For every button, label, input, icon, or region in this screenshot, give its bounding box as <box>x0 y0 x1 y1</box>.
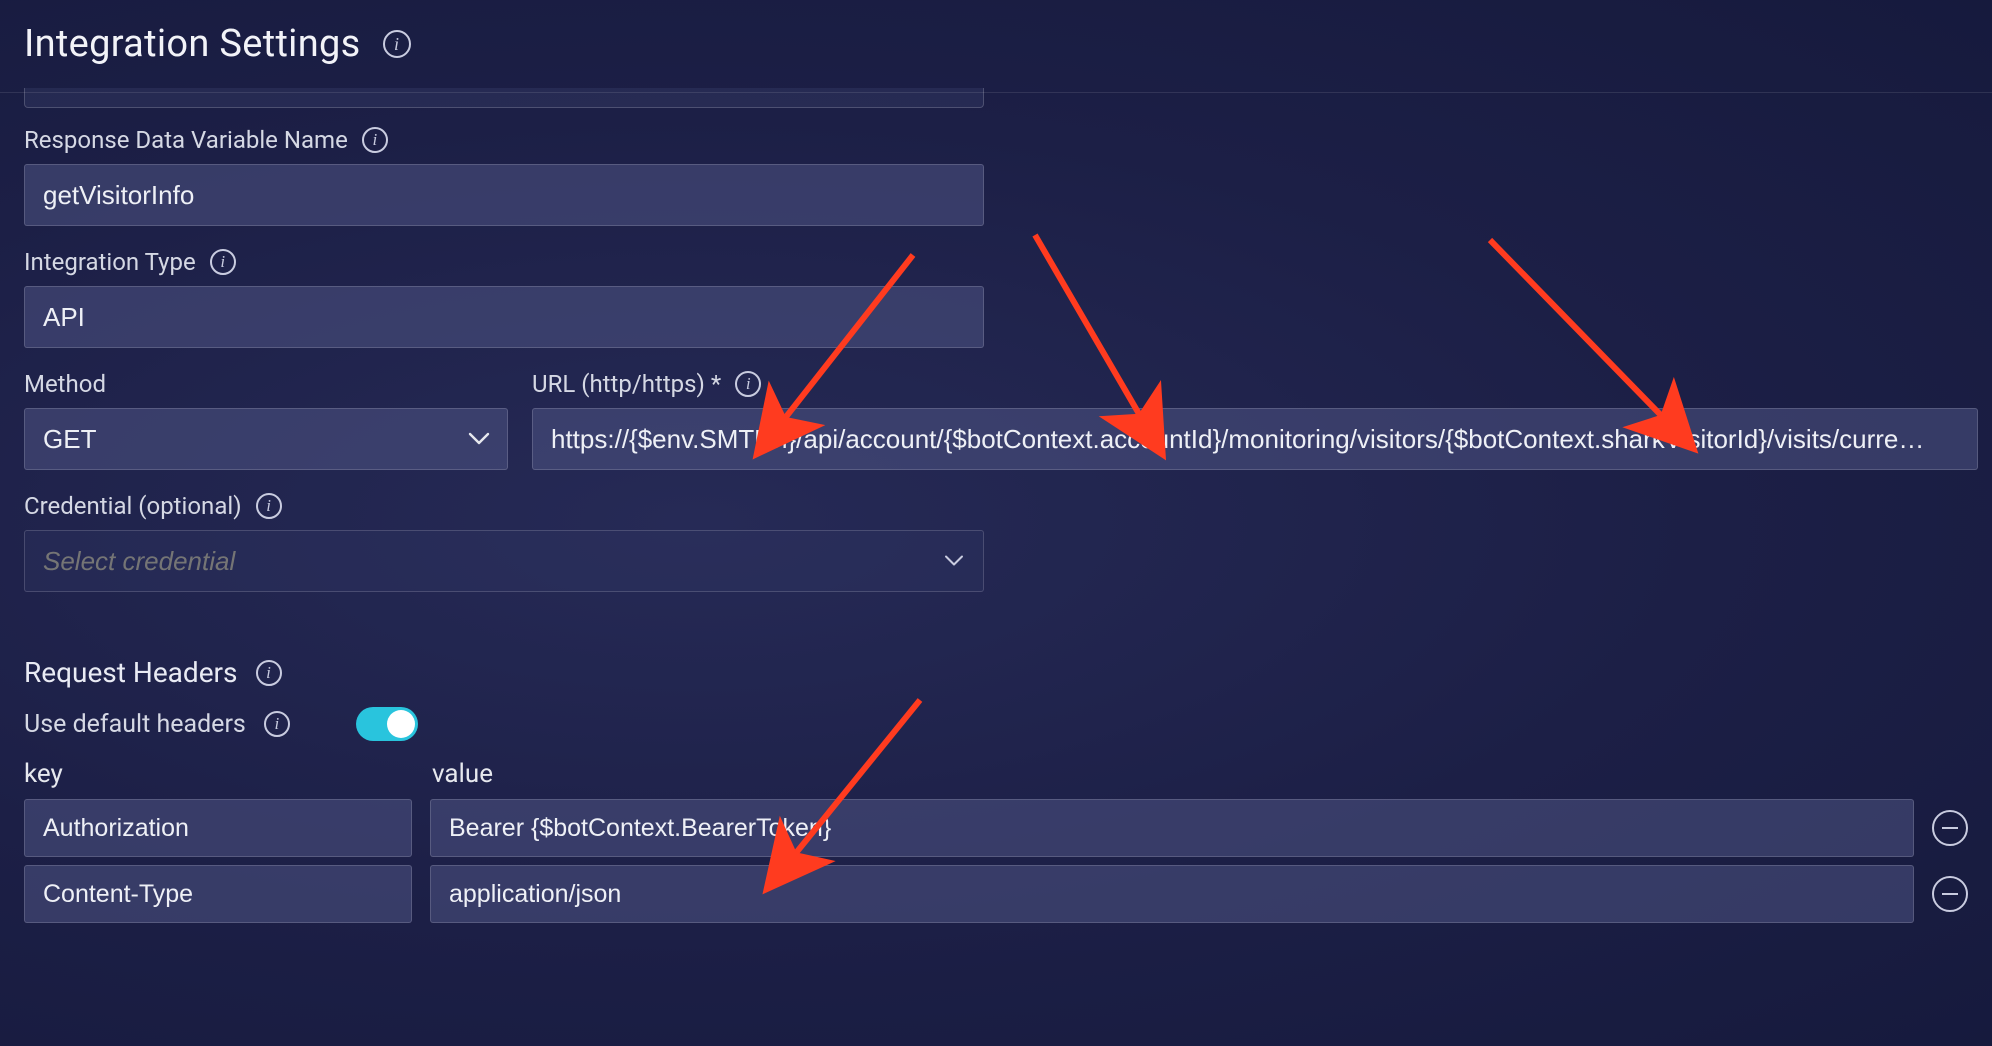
response-var-label: Response Data Variable Name <box>24 126 348 154</box>
method-label: Method <box>24 370 106 398</box>
header-key-input[interactable] <box>24 799 412 857</box>
header-row <box>24 799 1968 857</box>
info-icon[interactable] <box>264 711 290 737</box>
header-row <box>24 865 1968 923</box>
integration-type-input[interactable] <box>24 286 984 348</box>
credential-label: Credential (optional) <box>24 492 242 520</box>
info-icon[interactable] <box>256 660 282 686</box>
info-icon[interactable] <box>383 30 411 58</box>
use-default-headers-label: Use default headers <box>24 710 246 739</box>
header-key-input[interactable] <box>24 865 412 923</box>
headers-key-column-label: key <box>24 759 412 789</box>
url-input[interactable] <box>532 408 1978 470</box>
remove-header-button[interactable] <box>1932 876 1968 912</box>
collapsed-section-stub[interactable] <box>24 88 984 108</box>
remove-header-button[interactable] <box>1932 810 1968 846</box>
header-value-input[interactable] <box>430 865 1914 923</box>
method-select[interactable] <box>24 408 508 470</box>
response-var-input[interactable] <box>24 164 984 226</box>
info-icon[interactable] <box>362 127 388 153</box>
credential-select[interactable] <box>24 530 984 592</box>
headers-value-column-label: value <box>432 759 1954 789</box>
divider <box>0 92 1992 93</box>
integration-type-label: Integration Type <box>24 248 196 276</box>
request-headers-title: Request Headers <box>24 656 238 689</box>
page-title: Integration Settings <box>24 22 361 66</box>
url-label: URL (http/https) * <box>532 370 721 398</box>
info-icon[interactable] <box>210 249 236 275</box>
header-value-input[interactable] <box>430 799 1914 857</box>
info-icon[interactable] <box>256 493 282 519</box>
use-default-headers-toggle[interactable] <box>356 707 418 741</box>
info-icon[interactable] <box>735 371 761 397</box>
toggle-knob <box>387 710 415 738</box>
